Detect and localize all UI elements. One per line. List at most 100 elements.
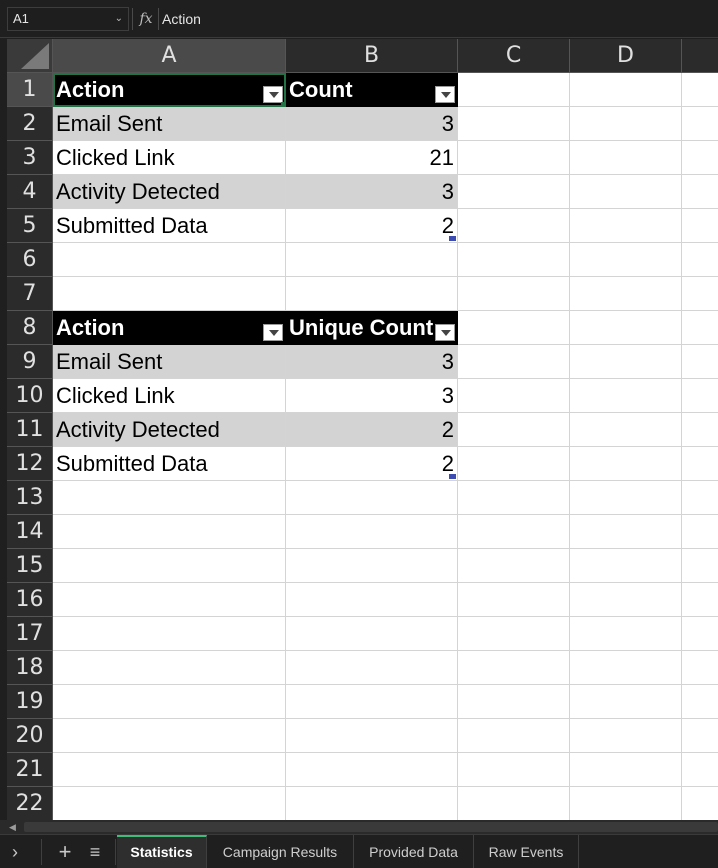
grid-cell[interactable]: [570, 549, 682, 583]
grid-cell[interactable]: [570, 175, 682, 209]
grid-cell[interactable]: [458, 209, 570, 243]
grid-cell[interactable]: [458, 787, 570, 820]
list-icon[interactable]: ≡: [82, 835, 108, 868]
grid-cell[interactable]: [286, 583, 458, 617]
row-header[interactable]: 17: [7, 617, 53, 651]
grid-cell[interactable]: [682, 107, 718, 141]
grid-cell[interactable]: [53, 243, 286, 277]
table-cell[interactable]: Clicked Link: [53, 379, 286, 413]
table-cell[interactable]: 2: [286, 209, 458, 243]
grid-cell[interactable]: [286, 651, 458, 685]
filter-dropdown-icon[interactable]: [435, 86, 455, 103]
grid-cell[interactable]: [570, 243, 682, 277]
grid-cell[interactable]: [570, 447, 682, 481]
plus-icon[interactable]: +: [52, 835, 78, 868]
grid-cell[interactable]: [570, 107, 682, 141]
column-header[interactable]: B: [286, 39, 458, 73]
row-header[interactable]: 3: [7, 141, 53, 175]
row-header[interactable]: 19: [7, 685, 53, 719]
grid-cell[interactable]: [682, 651, 718, 685]
row-header[interactable]: 13: [7, 481, 53, 515]
row-header[interactable]: 22: [7, 787, 53, 820]
row-header[interactable]: 8: [7, 311, 53, 345]
grid-cell[interactable]: [570, 277, 682, 311]
grid-cell[interactable]: [458, 243, 570, 277]
grid-cell[interactable]: [53, 685, 286, 719]
grid-cell[interactable]: [458, 73, 570, 107]
table-cell[interactable]: Email Sent: [53, 345, 286, 379]
filter-dropdown-icon[interactable]: [263, 324, 283, 341]
grid-cell[interactable]: [570, 311, 682, 345]
grid-cell[interactable]: [570, 651, 682, 685]
grid-cell[interactable]: [570, 73, 682, 107]
row-header[interactable]: 7: [7, 277, 53, 311]
table-resize-handle-icon[interactable]: [449, 236, 456, 241]
row-header[interactable]: 4: [7, 175, 53, 209]
grid-cell[interactable]: [458, 753, 570, 787]
grid-cell[interactable]: [286, 549, 458, 583]
table-cell[interactable]: 2: [286, 447, 458, 481]
grid-cell[interactable]: [682, 753, 718, 787]
grid-cell[interactable]: [570, 719, 682, 753]
grid-cell[interactable]: [286, 481, 458, 515]
row-header[interactable]: 1: [7, 73, 53, 107]
grid-cell[interactable]: [458, 413, 570, 447]
grid-cell[interactable]: [570, 141, 682, 175]
row-header[interactable]: 21: [7, 753, 53, 787]
grid-cell[interactable]: [458, 651, 570, 685]
table-header-cell[interactable]: Count: [286, 73, 458, 107]
row-header[interactable]: 5: [7, 209, 53, 243]
grid-cell[interactable]: [682, 277, 718, 311]
arrow-left-icon[interactable]: ◀: [9, 822, 16, 833]
grid-cell[interactable]: [682, 413, 718, 447]
column-header[interactable]: D: [570, 39, 682, 73]
table-cell[interactable]: Submitted Data: [53, 209, 286, 243]
column-header[interactable]: A: [53, 39, 286, 73]
grid-cell[interactable]: [682, 243, 718, 277]
grid-cell[interactable]: [682, 345, 718, 379]
grid-cell[interactable]: [570, 413, 682, 447]
row-header[interactable]: 16: [7, 583, 53, 617]
grid-cell[interactable]: [570, 379, 682, 413]
name-box[interactable]: A1 ⌄: [7, 7, 129, 31]
grid-cell[interactable]: [286, 515, 458, 549]
row-header[interactable]: 6: [7, 243, 53, 277]
table-header-cell[interactable]: Action: [53, 311, 286, 345]
grid-cell[interactable]: [458, 141, 570, 175]
row-header[interactable]: 20: [7, 719, 53, 753]
column-header[interactable]: C: [458, 39, 570, 73]
grid-cell[interactable]: [458, 481, 570, 515]
grid-cell[interactable]: [682, 549, 718, 583]
grid-cell[interactable]: [682, 447, 718, 481]
table-resize-handle-icon[interactable]: [449, 474, 456, 479]
filter-dropdown-icon[interactable]: [435, 324, 455, 341]
grid-cell[interactable]: [682, 787, 718, 820]
row-header[interactable]: 11: [7, 413, 53, 447]
grid-cell[interactable]: [682, 685, 718, 719]
grid-cell[interactable]: [458, 685, 570, 719]
row-header[interactable]: 2: [7, 107, 53, 141]
grid-cell[interactable]: [570, 209, 682, 243]
table-cell[interactable]: 3: [286, 379, 458, 413]
grid-cell[interactable]: [286, 617, 458, 651]
grid-cell[interactable]: [570, 685, 682, 719]
grid-cell[interactable]: [458, 345, 570, 379]
grid-cell[interactable]: [682, 583, 718, 617]
grid-cell[interactable]: [286, 787, 458, 820]
grid-cell[interactable]: [458, 379, 570, 413]
table-cell[interactable]: 3: [286, 175, 458, 209]
grid-cell[interactable]: [682, 481, 718, 515]
grid-cell[interactable]: [53, 787, 286, 820]
row-header[interactable]: 15: [7, 549, 53, 583]
grid-cell[interactable]: [570, 753, 682, 787]
grid-cell[interactable]: [682, 719, 718, 753]
table-cell[interactable]: Submitted Data: [53, 447, 286, 481]
tab-raw-events[interactable]: Raw Events: [474, 835, 579, 868]
grid-cell[interactable]: [682, 73, 718, 107]
grid-cell[interactable]: [570, 481, 682, 515]
table-cell[interactable]: Activity Detected: [53, 413, 286, 447]
grid-cell[interactable]: [458, 175, 570, 209]
grid-cell[interactable]: [53, 651, 286, 685]
select-all-corner[interactable]: [7, 39, 53, 73]
grid-cell[interactable]: [53, 583, 286, 617]
